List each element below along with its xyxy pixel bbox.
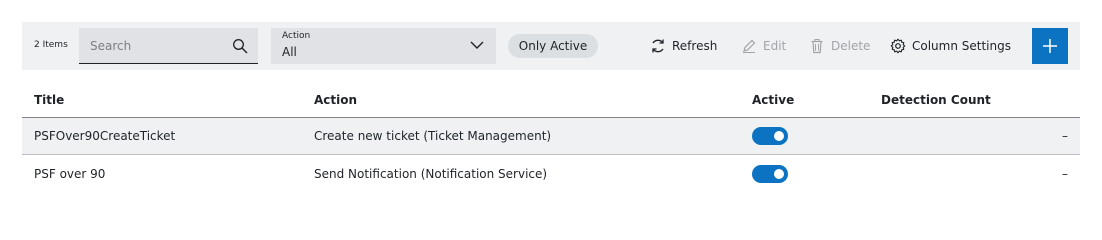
delete-label: Delete xyxy=(831,39,871,53)
gear-icon xyxy=(890,38,906,54)
column-header-title[interactable]: Title xyxy=(34,83,64,117)
action-filter-select[interactable]: Action All xyxy=(271,28,496,64)
chevron-down-icon xyxy=(470,41,484,49)
delete-button[interactable]: Delete xyxy=(809,36,870,56)
column-header-active[interactable]: Active xyxy=(752,83,794,117)
refresh-label: Refresh xyxy=(672,39,718,53)
row-title: PSFOver90CreateTicket xyxy=(34,129,176,143)
row-action: Create new ticket (Ticket Management) xyxy=(314,129,552,143)
pencil-icon xyxy=(743,39,756,53)
row-detection-count: – xyxy=(1062,166,1068,181)
edit-label: Edit xyxy=(763,39,787,53)
active-toggle[interactable] xyxy=(752,127,788,145)
row-action: Send Notification (Notification Service) xyxy=(314,166,548,181)
row-title: PSF over 90 xyxy=(34,166,106,181)
table-row[interactable]: PSF over 90 Send Notification (Notificat… xyxy=(22,155,1080,192)
action-filter-label: Action xyxy=(282,31,311,41)
rules-table: Title Action Active Detection Count PSFO… xyxy=(22,83,1080,192)
only-active-chip[interactable]: Only Active xyxy=(508,34,598,58)
column-settings-button[interactable]: Column Settings xyxy=(890,36,1011,56)
column-header-detection-count[interactable]: Detection Count xyxy=(881,83,991,117)
refresh-icon xyxy=(652,39,664,53)
row-active xyxy=(752,155,788,192)
item-count: 2 Items xyxy=(34,40,68,50)
action-filter-value: All xyxy=(282,45,297,59)
plus-icon xyxy=(1043,39,1057,53)
table-header: Title Action Active Detection Count xyxy=(22,83,1080,118)
edit-button[interactable]: Edit xyxy=(741,36,786,56)
search-box[interactable] xyxy=(79,28,258,64)
active-toggle[interactable] xyxy=(752,164,788,183)
search-input[interactable] xyxy=(79,28,229,63)
row-active xyxy=(752,118,788,154)
add-button[interactable] xyxy=(1032,28,1068,64)
row-detection-count: – xyxy=(1062,129,1068,143)
toggle-knob xyxy=(774,131,784,141)
refresh-button[interactable]: Refresh xyxy=(650,36,717,56)
table-row[interactable]: PSFOver90CreateTicket Create new ticket … xyxy=(22,118,1080,155)
column-header-action[interactable]: Action xyxy=(314,83,357,117)
toolbar: 2 Items Action All Only Active Refresh E… xyxy=(22,22,1080,70)
trash-icon xyxy=(811,39,823,54)
search-icon[interactable] xyxy=(232,38,248,54)
toggle-knob xyxy=(774,168,784,179)
column-settings-label: Column Settings xyxy=(912,39,1011,53)
